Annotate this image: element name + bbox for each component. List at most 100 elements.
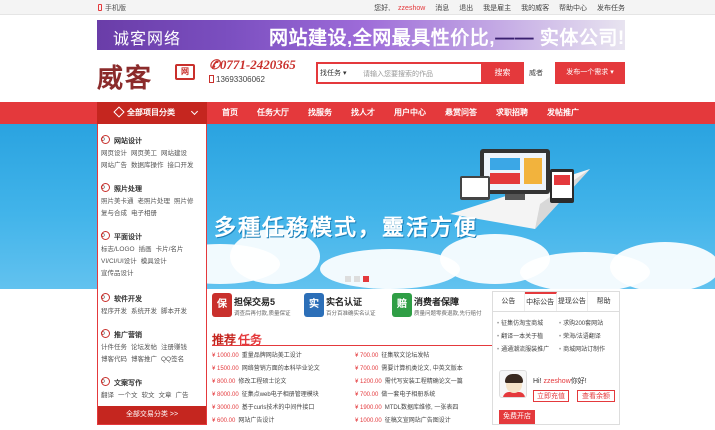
- view-balance-button[interactable]: 查看余额: [577, 390, 615, 402]
- nav-user-center[interactable]: 用户中心: [394, 102, 426, 124]
- task-item[interactable]: ¥ 600.00 网站广告设计: [212, 415, 274, 424]
- link-employer[interactable]: 我是雇主: [483, 5, 511, 12]
- hero-slogan: 多種任務模式，靈活方便: [214, 215, 479, 240]
- task-item[interactable]: ¥ 1500.00 网络营销方面的本科毕业论文: [212, 363, 320, 372]
- sub-category-link[interactable]: 注册赚钱: [161, 344, 187, 351]
- nav-task-hall[interactable]: 任务大厅: [257, 102, 289, 124]
- sub-category-link[interactable]: 翻译: [101, 392, 114, 399]
- sub-category-link[interactable]: 博客推广: [131, 356, 157, 363]
- link-logout[interactable]: 退出: [459, 5, 473, 12]
- sub-category-link[interactable]: 一个文: [118, 392, 138, 399]
- notice-item[interactable]: 通通潮流服装推广: [497, 344, 549, 353]
- link-messages[interactable]: 消息: [435, 5, 449, 12]
- chevron-down-icon: [190, 107, 199, 116]
- sub-category-link[interactable]: 卡片/名片: [156, 246, 184, 253]
- sub-category-link[interactable]: 网站广告: [101, 162, 127, 169]
- task-item[interactable]: ¥ 700.00 需要计算机类论文, 中英文版本: [355, 363, 463, 372]
- sub-category-link[interactable]: 论坛发帖: [131, 344, 157, 351]
- banner-left-text: 诚客网络: [113, 31, 182, 48]
- phone-icon: [98, 4, 102, 11]
- mobile-number: 13693306062: [209, 75, 265, 84]
- username-link[interactable]: zzeshow: [398, 5, 425, 12]
- sub-category-link[interactable]: 照片美卡通: [101, 198, 134, 205]
- sub-category-link[interactable]: 复与合成: [101, 210, 127, 217]
- tab-withdraw[interactable]: 提现公告: [557, 292, 589, 311]
- task-item[interactable]: ¥ 1000.00 征稿文宣网站广告图设计: [355, 415, 451, 424]
- sub-category-link[interactable]: 文章: [159, 392, 172, 399]
- nav-home[interactable]: 首页: [222, 102, 238, 124]
- category-web-design[interactable]: 网站设计 网页设计 网页美工 网站建设网站广告 数据库操作 接口开发: [100, 135, 205, 172]
- hire-link[interactable]: 威者: [529, 68, 543, 78]
- task-item[interactable]: ¥ 1000.00 重量品牌网站美工设计: [212, 350, 302, 359]
- slider-dot[interactable]: [354, 276, 360, 282]
- link-my-witkey[interactable]: 我的威客: [521, 5, 549, 12]
- category-graphic[interactable]: 平面设计 标志/LOGO 插画 卡片/名片VI/CI/UI设计 模具设计宣传品设计: [100, 231, 205, 280]
- task-item[interactable]: ¥ 8000.00 征集点web电子相册管理模块: [212, 389, 319, 398]
- recharge-button[interactable]: 立即充值: [533, 390, 569, 402]
- all-categories-menu[interactable]: 全部项目分类: [97, 102, 207, 124]
- all-categories-link[interactable]: 全部交易分类 >>: [98, 406, 206, 424]
- avatar[interactable]: [499, 370, 527, 398]
- sub-category-link[interactable]: 博客代码: [101, 356, 127, 363]
- tab-help[interactable]: 帮助: [588, 292, 619, 311]
- hotline-phone: ✆0771-2420365: [209, 57, 296, 72]
- sub-category-link[interactable]: 接口开发: [168, 162, 194, 169]
- sub-category-link[interactable]: 软文: [142, 392, 155, 399]
- search-scope-select[interactable]: 找任务 ▾: [320, 68, 346, 78]
- sub-category-link[interactable]: 数据库操作: [131, 162, 164, 169]
- sub-category-link[interactable]: 宣传品设计: [101, 270, 134, 277]
- sub-category-link[interactable]: 照片修: [174, 198, 194, 205]
- notice-item[interactable]: 翻译一本关于植: [497, 331, 543, 340]
- task-item[interactable]: ¥ 700.00 征集软文论坛发帖: [355, 350, 429, 359]
- category-photo[interactable]: 照片处理 照片美卡通 老照片处理 照片修复与合成 电子相册: [100, 183, 205, 220]
- notice-item[interactable]: 求购200套网站: [559, 318, 603, 327]
- task-item[interactable]: ¥ 800.00 修改工程硕士论文: [212, 376, 286, 385]
- site-logo[interactable]: 威客: [97, 58, 153, 95]
- sub-category-link[interactable]: 脚本开发: [161, 308, 187, 315]
- sub-category-link[interactable]: 程序开发: [101, 308, 127, 315]
- sub-category-link[interactable]: 广告: [176, 392, 189, 399]
- sub-category-link[interactable]: QQ签名: [161, 356, 184, 363]
- sub-category-link[interactable]: 网站建设: [161, 150, 187, 157]
- category-marketing[interactable]: 推广营销 计件任务 论坛发帖 注册赚钱博客代码 博客推广 QQ签名: [100, 329, 205, 366]
- task-item[interactable]: ¥ 700.00 做一套电子相册系统: [355, 389, 435, 398]
- nav-reward-qa[interactable]: 悬赏问答: [445, 102, 477, 124]
- sub-category-link[interactable]: 系统开发: [131, 308, 157, 315]
- nav-post-promo[interactable]: 发帖推广: [547, 102, 579, 124]
- sub-category-link[interactable]: 电子相册: [131, 210, 157, 217]
- sub-category-link[interactable]: VI/CI/UI设计: [101, 258, 137, 265]
- mobile-version-link[interactable]: 手机版: [98, 3, 126, 13]
- search-input[interactable]: 请输入您要搜索的作品: [363, 69, 433, 79]
- top-links: 您好, zzeshow 消息 退出 我是雇主 我的威客 帮助中心 发布任务: [358, 3, 625, 13]
- category-software[interactable]: 软件开发 程序开发 系统开发 脚本开发: [100, 293, 205, 318]
- task-item[interactable]: ¥ 1900.00 MTDL数据库维修, 一张表四: [355, 402, 458, 411]
- tab-notice[interactable]: 公告: [493, 292, 525, 311]
- task-item[interactable]: ¥ 1200.00 需代写安装工程精确论文一篇: [355, 376, 463, 385]
- search-button[interactable]: 搜索: [481, 62, 524, 84]
- sub-category-link[interactable]: 插画: [139, 246, 152, 253]
- sub-category-link[interactable]: 网页美工: [131, 150, 157, 157]
- logo-seal: 网: [175, 64, 195, 80]
- slider-dots: [345, 276, 372, 284]
- open-shop-button[interactable]: 免费开店: [499, 410, 535, 424]
- sub-category-link[interactable]: 网页设计: [101, 150, 127, 157]
- nav-find-service[interactable]: 找服务: [308, 102, 332, 124]
- notice-item[interactable]: 荣海/法语翻译: [559, 331, 601, 340]
- notice-item[interactable]: 征集仿淘宝商城: [497, 318, 543, 327]
- link-help[interactable]: 帮助中心: [559, 5, 587, 12]
- ad-banner[interactable]: 诚客网络 网站建设,全网最具性价比,—— 实体公司!: [97, 20, 625, 50]
- category-writing[interactable]: 文案写作 翻译 一个文 软文 文章 广告: [100, 377, 205, 402]
- link-post-task[interactable]: 发布任务: [597, 5, 625, 12]
- slider-dot-active[interactable]: [363, 276, 369, 282]
- tab-winning[interactable]: 中标公告: [524, 292, 557, 311]
- nav-find-talent[interactable]: 找人才: [351, 102, 375, 124]
- post-request-button[interactable]: 发布一个需求 ▾: [555, 62, 625, 84]
- sub-category-link[interactable]: 标志/LOGO: [101, 246, 135, 253]
- sub-category-link[interactable]: 模具设计: [141, 258, 167, 265]
- sub-category-link[interactable]: 老照片处理: [138, 198, 171, 205]
- slider-dot[interactable]: [345, 276, 351, 282]
- sub-category-link[interactable]: 计件任务: [101, 344, 127, 351]
- notice-item[interactable]: 商城网站订制作: [559, 344, 605, 353]
- nav-jobs[interactable]: 求职招聘: [496, 102, 528, 124]
- task-item[interactable]: ¥ 3000.00 基于curls技术的中间件接口: [212, 402, 314, 411]
